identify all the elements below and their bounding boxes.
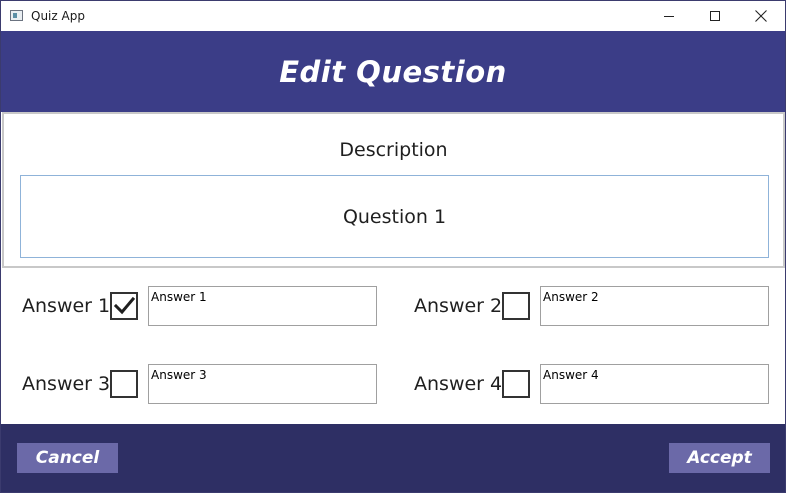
answer-4-label: Answer 4 xyxy=(414,373,503,395)
answer-row-3: Answer 3 Answer 3 xyxy=(22,364,382,404)
page-header: Edit Question xyxy=(1,31,785,112)
answer-2-correct-checkbox[interactable] xyxy=(502,292,530,320)
minimize-button[interactable] xyxy=(646,1,692,31)
answer-1-input[interactable]: Answer 1 xyxy=(148,286,377,326)
maximize-button[interactable] xyxy=(692,1,738,31)
close-button[interactable] xyxy=(738,1,784,31)
answer-3-label: Answer 3 xyxy=(22,373,111,395)
window-title: Quiz App xyxy=(31,9,85,23)
minimize-icon xyxy=(664,16,674,17)
answer-2-label: Answer 2 xyxy=(414,295,503,317)
close-icon xyxy=(755,10,767,22)
description-label: Description xyxy=(339,139,448,161)
page-title: Edit Question xyxy=(279,54,507,89)
answer-4-correct-checkbox[interactable] xyxy=(502,370,530,398)
answer-1-label: Answer 1 xyxy=(22,295,111,317)
footer-bar: Cancel Accept xyxy=(1,424,785,492)
answer-3-correct-checkbox[interactable] xyxy=(110,370,138,398)
title-bar[interactable]: Quiz App xyxy=(1,1,785,31)
quiz-app-window: Quiz App Edit Question Description Quest… xyxy=(0,0,786,493)
answer-row-1: Answer 1 Answer 1 xyxy=(22,286,382,326)
answer-4-input[interactable]: Answer 4 xyxy=(540,364,769,404)
answer-1-correct-checkbox[interactable] xyxy=(110,292,138,320)
answer-row-2: Answer 2 Answer 2 xyxy=(414,286,774,326)
answer-row-4: Answer 4 Answer 4 xyxy=(414,364,774,404)
cancel-button[interactable]: Cancel xyxy=(17,443,118,473)
app-window-icon xyxy=(10,10,23,21)
accept-button[interactable]: Accept xyxy=(669,443,770,473)
answer-3-input[interactable]: Answer 3 xyxy=(148,364,377,404)
maximize-icon xyxy=(710,11,720,21)
question-text-field[interactable]: Question 1 xyxy=(20,175,769,258)
question-text: Question 1 xyxy=(342,205,447,228)
description-panel: Description Question 1 xyxy=(2,112,785,268)
answer-2-input[interactable]: Answer 2 xyxy=(540,286,769,326)
checkmark-icon xyxy=(113,296,135,315)
